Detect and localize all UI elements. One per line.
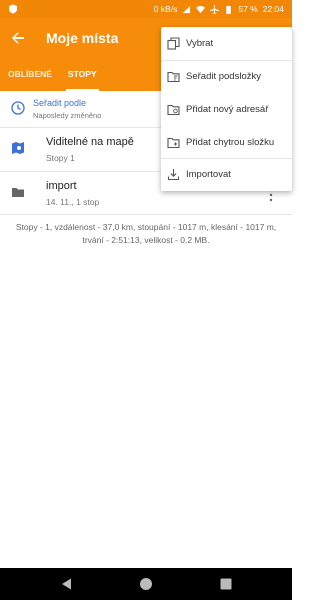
folder-icon — [12, 188, 24, 197]
clock-time: 22:04 — [262, 4, 284, 14]
item-subtitle: Stopy 1 — [46, 153, 75, 163]
menu-label: Přidat chytrou složku — [186, 137, 275, 148]
sort-label: Seřadit podle — [33, 98, 87, 108]
system-nav-bar — [0, 568, 292, 600]
menu-item-add-smart-folder[interactable]: Přidat chytrou složku — [161, 126, 292, 159]
tab-tracks[interactable]: STOPY — [60, 58, 105, 91]
sort-folders-icon — [167, 71, 180, 83]
item-title: import — [46, 180, 77, 192]
item-title: Viditelné na mapě — [46, 136, 134, 148]
network-speed: 0 kB/s — [153, 4, 178, 14]
menu-label: Přidat nový adresář — [186, 104, 269, 115]
shield-icon — [9, 4, 17, 14]
menu-item-sort-subfolders[interactable]: Seřadit podsložky — [161, 60, 292, 93]
airplane-icon — [210, 4, 220, 14]
clock-icon — [11, 101, 25, 115]
nav-back-icon[interactable] — [60, 577, 74, 591]
tab-bar: OBLÍBENÉ STOPY — [0, 58, 105, 91]
menu-item-add-folder[interactable]: Přidat nový adresář — [161, 93, 292, 126]
menu-label: Importovat — [186, 169, 231, 180]
nav-recents-icon[interactable] — [219, 577, 233, 591]
menu-item-select[interactable]: Vybrat — [161, 27, 292, 60]
wifi-icon — [196, 5, 206, 13]
signal-icon — [183, 5, 191, 13]
overflow-menu: Vybrat Seřadit podsložky Přidat nový adr… — [161, 27, 292, 191]
tracks-summary: Stopy - 1, vzdálenost - 37,0 km, stoupán… — [15, 222, 277, 245]
battery-icon — [226, 5, 232, 14]
new-folder-icon — [167, 104, 180, 116]
map-visible-icon — [12, 142, 24, 154]
nav-home-icon[interactable] — [139, 577, 153, 591]
menu-label: Vybrat — [186, 38, 214, 49]
back-arrow-icon[interactable] — [10, 30, 26, 46]
divider — [0, 214, 292, 215]
tab-favorites[interactable]: OBLÍBENÉ — [0, 58, 60, 91]
item-subtitle: 14. 11., 1 stop — [46, 197, 100, 207]
import-icon — [167, 169, 180, 181]
status-bar: 0 kB/s 57 % 22:04 — [0, 0, 292, 18]
smart-folder-icon — [167, 137, 180, 149]
battery-percent: 57 % — [238, 4, 258, 14]
sort-value: Naposledy změněno — [33, 111, 102, 120]
menu-item-import[interactable]: Importovat — [161, 158, 292, 191]
page-title: Moje místa — [46, 30, 119, 46]
menu-label: Seřadit podsložky — [186, 71, 261, 82]
select-icon — [167, 37, 180, 50]
